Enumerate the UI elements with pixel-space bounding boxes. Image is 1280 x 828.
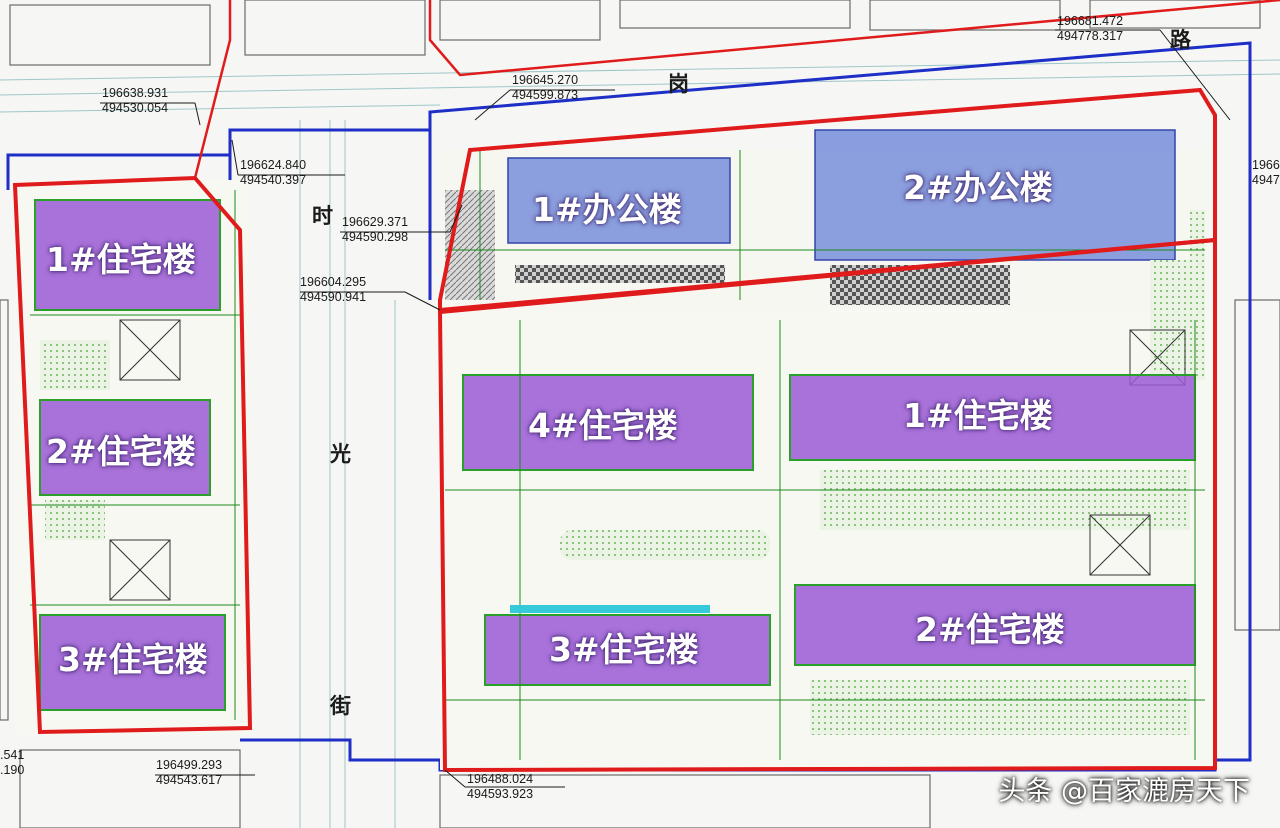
building-label-west-residential-3: 3#住宅楼 [58, 640, 208, 679]
coordinate-x: 1966 [1252, 158, 1280, 172]
coordinate-label: 196681.472 494778.317 [1057, 14, 1123, 44]
coordinate-x: 196604.295 [300, 275, 367, 289]
coordinate-label: 196499.293 494543.617 [156, 758, 222, 788]
coordinate-label: 196604.295 494590.941 [300, 275, 366, 305]
coordinate-y: 4947 [1252, 173, 1280, 187]
coordinate-x: 196499.293 [156, 758, 223, 772]
coordinate-label: 1966 4947 [1252, 158, 1280, 188]
coordinate-x: 196629.371 [342, 215, 409, 229]
coordinate-x: 196624.840 [240, 158, 307, 172]
street-label: 路 [1170, 28, 1191, 52]
building-label-office-1: 1#办公楼 [532, 190, 682, 229]
coordinate-y: 494599.873 [512, 88, 579, 102]
coordinate-y: 494590.298 [342, 230, 409, 244]
building-label-east-residential-1: 1#住宅楼 [903, 396, 1053, 435]
coordinate-label: 196645.270 494599.873 [512, 73, 578, 103]
coordinate-y: 494778.317 [1057, 29, 1124, 43]
coordinate-x: 196488.024 [467, 772, 534, 786]
street-label: 时 [312, 204, 333, 228]
building-label-office-2: 2#办公楼 [903, 168, 1053, 207]
coordinate-x: 196681.472 [1057, 14, 1124, 28]
coordinate-label: 196488.024 494593.923 [467, 772, 533, 802]
coordinate-label: 196624.840 494540.397 [240, 158, 306, 188]
coordinate-y: .190 [0, 763, 25, 777]
east-site [437, 237, 1217, 773]
coordinate-x: 196645.270 [512, 73, 579, 87]
coordinate-y: 494540.397 [240, 173, 307, 187]
coordinate-x: .541 [0, 748, 25, 762]
building-label-west-residential-2: 2#住宅楼 [46, 432, 196, 471]
street-label: 光 [330, 442, 351, 466]
building-label-east-residential-4: 4#住宅楼 [528, 406, 678, 445]
coordinate-label: 196638.931 494530.054 [102, 86, 168, 116]
coordinate-y: 494593.923 [467, 787, 534, 801]
coordinate-y: 494590.941 [300, 290, 367, 304]
building-label-west-residential-1: 1#住宅楼 [46, 240, 196, 279]
building-label-east-residential-3: 3#住宅楼 [549, 630, 699, 669]
street-label: 街 [330, 694, 351, 718]
coordinate-label: 196629.371 494590.298 [342, 215, 408, 245]
coordinate-x: 196638.931 [102, 86, 169, 100]
building-label-east-residential-2: 2#住宅楼 [915, 610, 1065, 649]
coordinate-y: 494543.617 [156, 773, 223, 787]
watermark-text: 头条 @百家漉房天下 [998, 776, 1250, 807]
street-label: 岗 [668, 72, 689, 96]
coordinate-label: .541.190 [0, 748, 24, 778]
coordinate-y: 494530.054 [102, 101, 169, 115]
